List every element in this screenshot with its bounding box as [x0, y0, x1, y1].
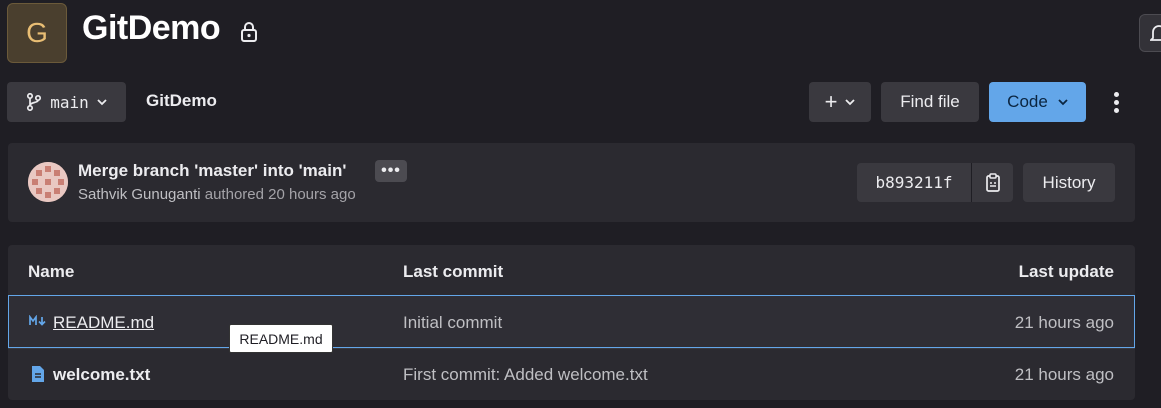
file-last-update: 21 hours ago	[1014, 313, 1114, 332]
branch-name: main	[50, 92, 89, 112]
file-name-link[interactable]: welcome.txt	[53, 365, 150, 385]
history-button[interactable]: History	[1023, 163, 1115, 202]
file-tooltip: README.md	[229, 324, 333, 353]
author-avatar[interactable]	[28, 162, 68, 202]
expand-commit-button[interactable]: •••	[375, 160, 407, 182]
column-header-name: Name	[28, 262, 75, 281]
chevron-down-icon	[97, 98, 107, 105]
chevron-down-icon	[845, 98, 856, 105]
code-button-label: Code	[1007, 92, 1048, 111]
chevron-down-icon	[1058, 98, 1068, 105]
table-row[interactable]	[8, 295, 1135, 348]
markdown-icon	[29, 315, 46, 326]
file-last-update: 21 hours ago	[1014, 365, 1114, 384]
project-title[interactable]: GitDemo	[82, 9, 221, 48]
notifications-button[interactable]	[1139, 14, 1161, 52]
kebab-dot	[1113, 91, 1119, 97]
add-dropdown-button[interactable]: +	[809, 82, 871, 122]
clipboard-icon	[985, 172, 1000, 192]
breadcrumb-project[interactable]: GitDemo	[146, 91, 217, 111]
commit-authored-time: authored 20 hours ago	[200, 186, 356, 203]
find-file-button[interactable]: Find file	[881, 82, 979, 122]
identicon-image	[28, 162, 68, 202]
file-text-icon	[32, 366, 44, 382]
row-divider	[8, 348, 1135, 349]
copy-sha-button[interactable]	[972, 163, 1013, 202]
file-last-commit-link[interactable]: Initial commit	[403, 313, 502, 333]
file-last-commit-link[interactable]: First commit: Added welcome.txt	[403, 365, 648, 385]
commit-meta: Sathvik Gunuganti authored 20 hours ago	[78, 186, 356, 203]
kebab-dot	[1113, 107, 1119, 113]
more-actions-button[interactable]	[1105, 88, 1127, 116]
project-avatar[interactable]: G	[7, 3, 67, 63]
file-name-link[interactable]: README.md	[53, 313, 154, 333]
plus-icon: +	[824, 89, 838, 114]
commit-message-link[interactable]: Merge branch 'master' into 'main'	[78, 161, 346, 181]
bell-icon	[1150, 25, 1161, 41]
branch-selector[interactable]: main	[7, 82, 126, 122]
commit-sha[interactable]: b893211f	[857, 163, 972, 202]
commit-sha-group: b893211f	[857, 163, 1013, 202]
commit-author-link[interactable]: Sathvik Gunuganti	[78, 186, 201, 203]
column-header-last-commit: Last commit	[403, 262, 504, 281]
project-avatar-letter: G	[26, 17, 48, 48]
code-dropdown-button[interactable]: Code	[989, 82, 1086, 122]
kebab-dot	[1113, 99, 1119, 105]
branch-icon	[27, 93, 42, 111]
lock-icon	[241, 22, 257, 42]
column-header-last-update: Last update	[1018, 262, 1114, 281]
